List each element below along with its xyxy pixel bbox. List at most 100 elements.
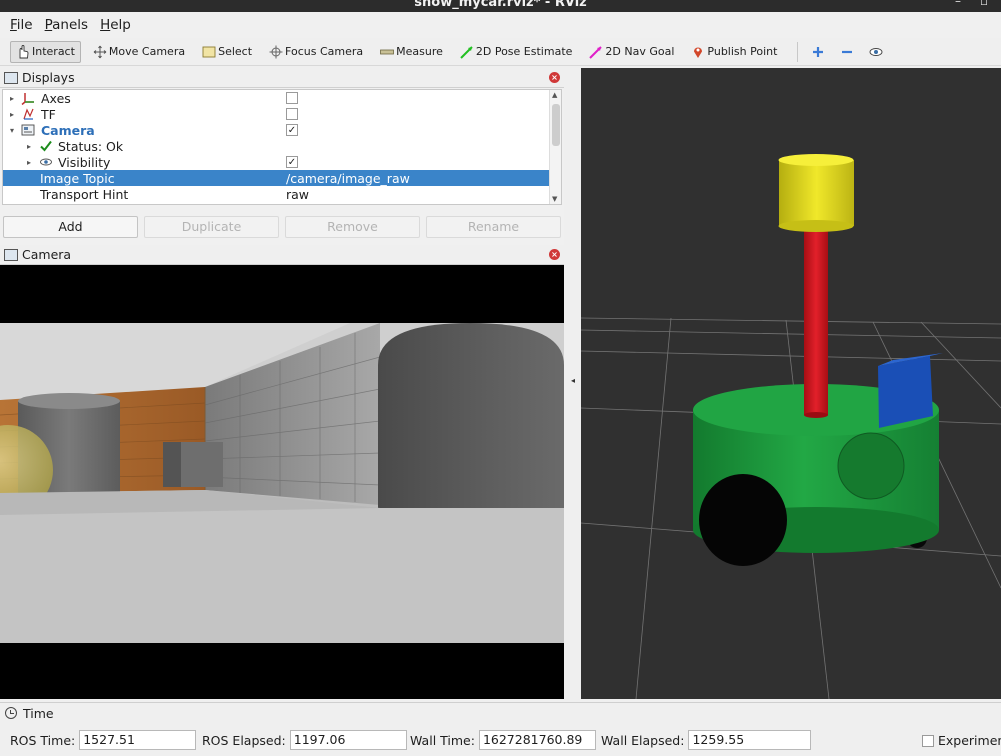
scroll-up-icon[interactable]: ▲ <box>552 91 557 99</box>
pose-estimate-tool[interactable]: 2D Pose Estimate <box>455 41 578 63</box>
visibility-checkbox[interactable]: ✓ <box>286 156 298 168</box>
wall-time-value[interactable]: 1627281760.89 <box>478 730 596 750</box>
displays-tree[interactable]: ▸ Axes ▸ TF ▾ Camera ✓ ▸ Status: Ok ▸ Vi… <box>2 89 562 205</box>
tree-label: TF <box>41 106 56 122</box>
scrollbar-thumb[interactable] <box>552 104 560 146</box>
camera-panel-header: Camera × <box>0 245 564 265</box>
collapse-arrow-icon[interactable]: ▾ <box>10 126 14 135</box>
add-tool-button[interactable] <box>806 41 832 63</box>
camera-image <box>0 265 564 699</box>
displays-button-row: Add Duplicate Remove Rename <box>0 214 564 240</box>
nav-goal-label: 2D Nav Goal <box>605 45 675 58</box>
duplicate-button[interactable]: Duplicate <box>144 216 279 238</box>
expand-arrow-icon[interactable]: ▸ <box>27 142 31 151</box>
menu-file-label: ile <box>16 17 33 33</box>
camera-display-icon <box>21 123 35 137</box>
tree-row-image-topic[interactable]: Image Topic /camera/image_raw <box>3 170 551 186</box>
axes-enabled-checkbox[interactable] <box>286 92 298 104</box>
scroll-down-icon[interactable]: ▼ <box>552 195 557 203</box>
ruler-icon <box>380 45 395 59</box>
tree-label: Camera <box>41 122 95 138</box>
tree-label: Image Topic <box>40 170 115 186</box>
close-icon[interactable]: × <box>549 249 560 260</box>
menu-panels-label: anels <box>52 17 89 33</box>
remove-tool-button[interactable] <box>835 41 861 63</box>
focus-crosshair-icon <box>269 45 283 59</box>
camera-panel: Camera × <box>0 245 564 699</box>
ros-elapsed-value[interactable]: 1197.06 <box>289 730 407 750</box>
publish-point-tool[interactable]: Publish Point <box>686 41 782 63</box>
rename-button[interactable]: Rename <box>426 216 561 238</box>
tf-icon <box>21 107 35 121</box>
wall-elapsed-value[interactable]: 1259.55 <box>688 730 812 750</box>
measure-tool[interactable]: Measure <box>375 41 448 63</box>
wall-time-label: Wall Time: <box>410 732 475 748</box>
menu-help[interactable]: Help <box>94 17 137 33</box>
focus-camera-label: Focus Camera <box>285 45 364 58</box>
panel-splitter[interactable]: ◂ <box>566 68 580 700</box>
menu-help-label: elp <box>110 17 131 33</box>
map-pin-icon <box>691 45 705 59</box>
ros-elapsed-label: ROS Elapsed: <box>202 732 286 748</box>
tree-row-status[interactable]: ▸ Status: Ok <box>3 138 551 154</box>
tree-label: Transport Hint <box>40 186 129 202</box>
interact-tool[interactable]: Interact <box>10 40 81 63</box>
hand-pointer-icon <box>16 44 30 59</box>
time-panel-header: Time <box>0 703 1001 723</box>
camera-enabled-checkbox[interactable]: ✓ <box>286 124 298 136</box>
clock-icon <box>5 707 17 719</box>
menu-panels[interactable]: Panels <box>39 17 94 33</box>
window-titlebar: show_mycar.rviz* - RViz – ▫ <box>0 0 1001 12</box>
experimental-toggle[interactable]: Experimen <box>922 733 1001 748</box>
tree-row-transport-hint[interactable]: Transport Hint raw <box>3 186 551 202</box>
expand-arrow-icon[interactable]: ▸ <box>27 158 31 167</box>
collapse-left-icon[interactable]: ◂ <box>571 376 575 385</box>
add-button[interactable]: Add <box>3 216 138 238</box>
focus-camera-tool[interactable]: Focus Camera <box>264 41 368 63</box>
window-title: show_mycar.rviz* - RViz <box>414 0 587 10</box>
tree-row-visibility[interactable]: ▸ Visibility ✓ <box>3 154 551 170</box>
remove-button[interactable]: Remove <box>285 216 420 238</box>
axes-icon <box>21 91 35 106</box>
tree-label: Status: Ok <box>58 138 124 154</box>
experimental-checkbox[interactable] <box>922 734 934 747</box>
camera-image-view[interactable] <box>0 265 564 699</box>
publish-point-label: Publish Point <box>707 45 778 58</box>
nav-goal-tool[interactable]: 2D Nav Goal <box>584 41 679 63</box>
select-tool[interactable]: Select <box>197 41 257 63</box>
ros-elapsed-field: ROS Elapsed: 1197.06 <box>202 730 407 750</box>
expand-arrow-icon[interactable]: ▸ <box>10 110 14 119</box>
tree-scrollbar[interactable]: ▲ ▼ <box>549 90 561 204</box>
close-icon[interactable]: × <box>549 72 560 83</box>
menu-help-accel: H <box>100 17 111 33</box>
render-3d-view[interactable] <box>581 68 1001 699</box>
time-title: Time <box>23 705 54 721</box>
select-label: Select <box>218 45 253 58</box>
magenta-arrow-icon <box>589 45 603 59</box>
maximize-button[interactable]: ▫ <box>980 0 988 8</box>
tree-row-axes[interactable]: ▸ Axes <box>3 90 551 106</box>
ros-time-field: ROS Time: 1527.51 <box>10 730 197 750</box>
panels-visibility-button[interactable] <box>864 41 890 63</box>
time-panel: Time ROS Time: 1527.51 ROS Elapsed: 1197… <box>0 702 1001 756</box>
menu-file[interactable]: File <box>4 17 39 33</box>
menu-bar: File Panels Help <box>0 12 1001 38</box>
eye-icon <box>869 45 883 59</box>
expand-arrow-icon[interactable]: ▸ <box>10 94 14 103</box>
image-topic-value[interactable]: /camera/image_raw <box>286 171 410 186</box>
displays-header: Displays × <box>0 68 564 88</box>
move-camera-tool[interactable]: Move Camera <box>88 41 190 63</box>
ros-time-value[interactable]: 1527.51 <box>79 730 197 750</box>
scene-3d <box>581 68 1001 699</box>
minimize-button[interactable]: – <box>955 0 961 8</box>
transport-hint-value[interactable]: raw <box>286 187 309 202</box>
move-camera-label: Move Camera <box>108 45 186 58</box>
tree-row-camera[interactable]: ▾ Camera ✓ <box>3 122 551 138</box>
tree-row-tf[interactable]: ▸ TF <box>3 106 551 122</box>
tool-bar: Interact Move Camera Select Focus Camera… <box>0 38 1001 66</box>
interact-label: Interact <box>32 45 75 58</box>
plus-icon <box>811 45 825 59</box>
tf-enabled-checkbox[interactable] <box>286 108 298 120</box>
experimental-label: Experimen <box>938 733 1001 748</box>
minus-icon <box>840 45 854 59</box>
